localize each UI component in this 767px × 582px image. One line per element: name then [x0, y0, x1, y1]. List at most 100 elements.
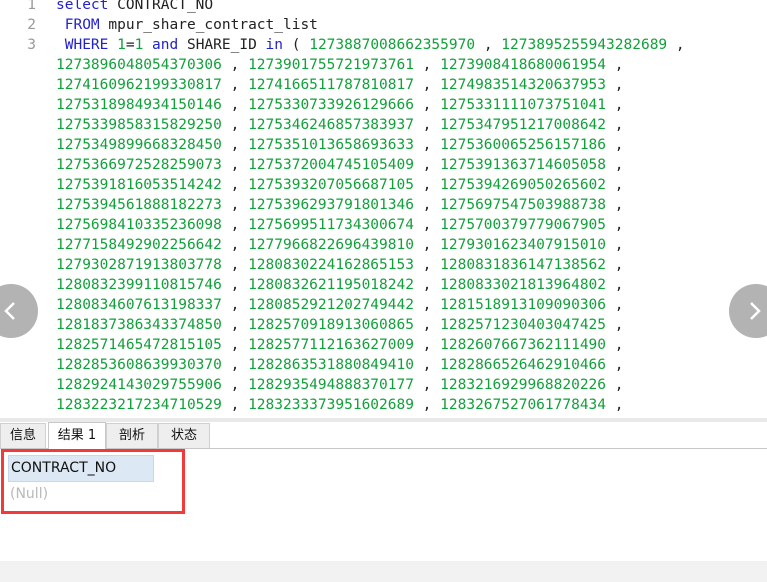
share-id-value: 1283223217234710529: [56, 397, 222, 413]
code-text: 1280832399110815746 , 128083262119501824…: [56, 275, 632, 295]
share-id-value: 1282570918913060865: [248, 317, 414, 333]
comma: ,: [413, 257, 441, 273]
share-id-value: 1275346246857383937: [248, 117, 414, 133]
nav-prev-button[interactable]: [0, 284, 38, 338]
comma: ,: [606, 77, 633, 93]
comma: ,: [413, 217, 441, 233]
tab-profile[interactable]: 剖析: [106, 423, 158, 448]
code-text: 1277158492902256642 , 127796682269643981…: [56, 235, 632, 255]
comma: ,: [413, 397, 441, 413]
code-text: 1274160962199330817 , 127416651178781081…: [56, 75, 632, 95]
comma: ,: [606, 297, 633, 313]
share-id-value: 1283267527061778434: [440, 397, 607, 413]
tab-result-1[interactable]: 结果 1: [48, 422, 106, 450]
share-id-value: 1275330733926129666: [248, 97, 414, 113]
tab-status[interactable]: 状态: [158, 423, 210, 448]
share-id-value: 1282866526462910466: [440, 357, 607, 373]
share-id-value: 1274983514320637953: [440, 77, 607, 93]
nav-next-button[interactable]: [729, 284, 767, 338]
share-id-value: 1280833021813964802: [440, 277, 607, 293]
share-id-value: 1282863531880849410: [248, 357, 414, 373]
comma: ,: [221, 177, 249, 193]
code-text: 1275339858315829250 , 127534624685738393…: [56, 115, 632, 135]
code-text: WHERE 1=1 and SHARE_ID in ( 127388700866…: [56, 35, 685, 55]
comma: ,: [413, 137, 441, 153]
code-text: 1273896048054370306 , 127390175572197376…: [56, 55, 632, 75]
share-id-value: 1275331111073751041: [440, 97, 607, 113]
share-id-value: 1282571230403047425: [440, 317, 607, 333]
share-id-value: 1280831836147138562: [440, 257, 607, 273]
comma: ,: [221, 277, 249, 293]
share-id-value: 1277158492902256642: [56, 237, 222, 253]
comma: ,: [606, 177, 633, 193]
comma: ,: [413, 337, 441, 353]
share-id-value: 1283233373951602689: [248, 397, 414, 413]
share-id-value: 1273901755721973761: [248, 57, 414, 73]
code-token: ,: [475, 37, 502, 53]
share-id-value: 1275339858315829250: [56, 117, 222, 133]
comma: ,: [413, 97, 441, 113]
share-id-value: 1280852921202749442: [248, 297, 414, 313]
share-id-value: 1273908418680061954: [440, 57, 607, 73]
sql-editor[interactable]: 1 select CONTRACT_NO 2 FROM mpur_share_con…: [0, 0, 767, 418]
comma: ,: [413, 197, 441, 213]
share-id-value: 1275698410335236098: [56, 217, 222, 233]
comma: ,: [221, 117, 249, 133]
comma: ,: [221, 397, 249, 413]
comma: ,: [413, 57, 441, 73]
share-id-value: 1275391363714605058: [440, 157, 607, 173]
code-text: 1282571465472815105 , 128257711216362700…: [56, 335, 632, 355]
code-token: (: [283, 37, 310, 53]
status-bar: [0, 561, 767, 582]
comma: ,: [221, 157, 249, 173]
comma: ,: [606, 97, 633, 113]
comma: ,: [221, 337, 249, 353]
comma: ,: [606, 237, 633, 253]
comma: ,: [221, 77, 249, 93]
share-id-value: 1273896048054370306: [56, 57, 222, 73]
chevron-right-icon: [750, 302, 761, 320]
code-text: select CONTRACT_NO: [56, 0, 213, 15]
comma: ,: [606, 317, 633, 333]
comma: ,: [606, 377, 633, 393]
share-id-value: 1279301623407915010: [440, 237, 607, 253]
comma: ,: [221, 297, 249, 313]
code-token: 1: [134, 37, 144, 53]
comma: ,: [606, 217, 633, 233]
comma: ,: [606, 337, 633, 353]
comma: ,: [221, 377, 249, 393]
share-id-value: 1282924143029755906: [56, 377, 222, 393]
line-number-gutter: [0, 0, 40, 418]
comma: ,: [606, 57, 633, 73]
share-id-value: 1280832621195018242: [248, 277, 414, 293]
share-id-value: 1279302871913803778: [56, 257, 222, 273]
share-id-value: 1282571465472815105: [56, 337, 222, 353]
code-token: =: [125, 37, 135, 53]
comma: ,: [221, 257, 249, 273]
code-token: 1: [117, 37, 126, 53]
comma: ,: [221, 357, 249, 373]
comma: ,: [413, 117, 441, 133]
code-token: in: [265, 37, 284, 53]
comma: ,: [606, 157, 633, 173]
share-id-value: 1280832399110815746: [56, 277, 222, 293]
code-text: 1275698410335236098 , 127569951173430067…: [56, 215, 632, 235]
line-number: 3: [27, 37, 36, 53]
comma: ,: [606, 197, 633, 213]
code-text: 1279302871913803778 , 128083022416286515…: [56, 255, 632, 275]
comma: ,: [413, 237, 441, 253]
comma: ,: [606, 397, 633, 413]
comma: ,: [221, 217, 249, 233]
code-text: 1282924143029755906 , 128293549488837017…: [56, 375, 632, 395]
tab-info[interactable]: 信息: [0, 423, 46, 448]
code-text: 1275394561888182273 , 127539629379180134…: [56, 195, 632, 215]
code-text: 1281837386343374850 , 128257091891306086…: [56, 315, 632, 335]
comma: ,: [606, 117, 633, 133]
share-id-value: 1280834607613198337: [56, 297, 222, 313]
code-text: 1275366972528259073 , 127537200474510540…: [56, 155, 632, 175]
code-token: SHARE_ID: [186, 37, 266, 53]
share-id-value: 1281518913109090306: [440, 297, 607, 313]
code-text: 1275391816053514242 , 127539320705668710…: [56, 175, 632, 195]
comma: ,: [413, 177, 441, 193]
share-id-value: 1280830224162865153: [248, 257, 414, 273]
